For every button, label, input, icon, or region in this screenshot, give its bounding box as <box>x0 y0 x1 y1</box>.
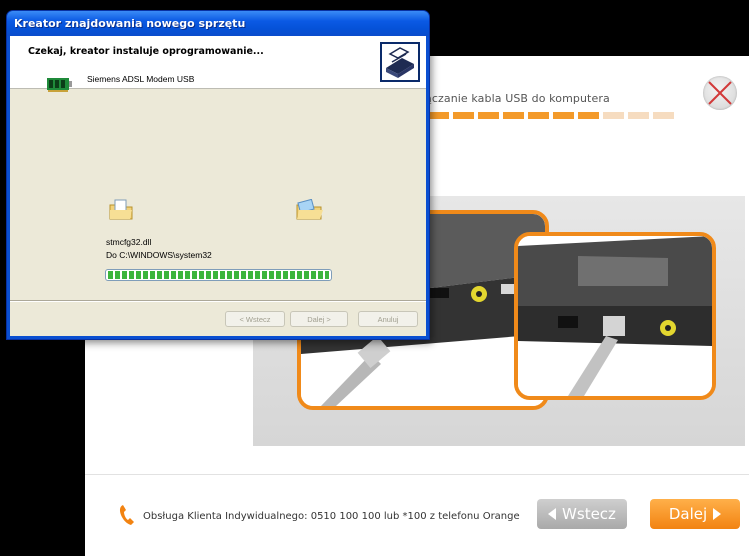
wizard-button-separator <box>10 300 426 302</box>
copied-file-name: stmcfg32.dll <box>106 237 152 247</box>
hardware-wizard-window: Kreator znajdowania nowego sprzętu Czeka… <box>6 10 430 340</box>
wizard-next-button[interactable]: Dalej > <box>290 311 348 327</box>
copy-progress-bar <box>105 269 332 281</box>
destination-folder-icon <box>296 199 323 220</box>
footer-divider <box>85 474 749 475</box>
progress-segment <box>453 112 474 119</box>
step-progress <box>428 112 674 119</box>
phone-icon <box>119 505 134 525</box>
progress-segment <box>653 112 674 119</box>
close-icon <box>708 81 732 105</box>
copy-destination: Do C:\WINDOWS\system32 <box>106 250 212 260</box>
copy-progress-fill <box>108 271 329 279</box>
next-button[interactable]: Dalej <box>650 499 740 529</box>
arrow-right-icon <box>713 508 722 520</box>
progress-segment <box>503 112 524 119</box>
source-folder-icon <box>109 199 133 220</box>
progress-segment <box>628 112 649 119</box>
wizard-header: Czekaj, kreator instaluje oprogramowanie… <box>10 36 426 89</box>
step-title: ączanie kabla USB do komputera <box>425 92 610 105</box>
progress-segment <box>428 112 449 119</box>
back-button-label: Wstecz <box>562 505 616 523</box>
wizard-body: Czekaj, kreator instaluje oprogramowanie… <box>10 36 426 336</box>
progress-segment <box>603 112 624 119</box>
progress-segment <box>553 112 574 119</box>
progress-segment <box>478 112 499 119</box>
next-button-label: Dalej <box>668 505 708 523</box>
progress-segment <box>578 112 599 119</box>
wizard-status-text: Czekaj, kreator instaluje oprogramowanie… <box>28 46 264 57</box>
wizard-back-button[interactable]: < Wstecz <box>225 311 285 327</box>
progress-segment <box>528 112 549 119</box>
usb-photo-after <box>514 232 716 400</box>
wizard-title[interactable]: Kreator znajdowania nowego sprzętu <box>7 11 429 36</box>
modem-device-icon <box>47 78 72 92</box>
close-button[interactable] <box>703 76 737 110</box>
wizard-cancel-button[interactable]: Anuluj <box>358 311 418 327</box>
support-hotline-text: Obsługa Klienta Indywidualnego: 0510 100… <box>143 511 520 522</box>
arrow-left-icon <box>548 508 557 520</box>
back-button[interactable]: Wstecz <box>537 499 627 529</box>
hardware-wizard-icon <box>380 42 420 82</box>
device-name: Siemens ADSL Modem USB <box>87 74 195 84</box>
